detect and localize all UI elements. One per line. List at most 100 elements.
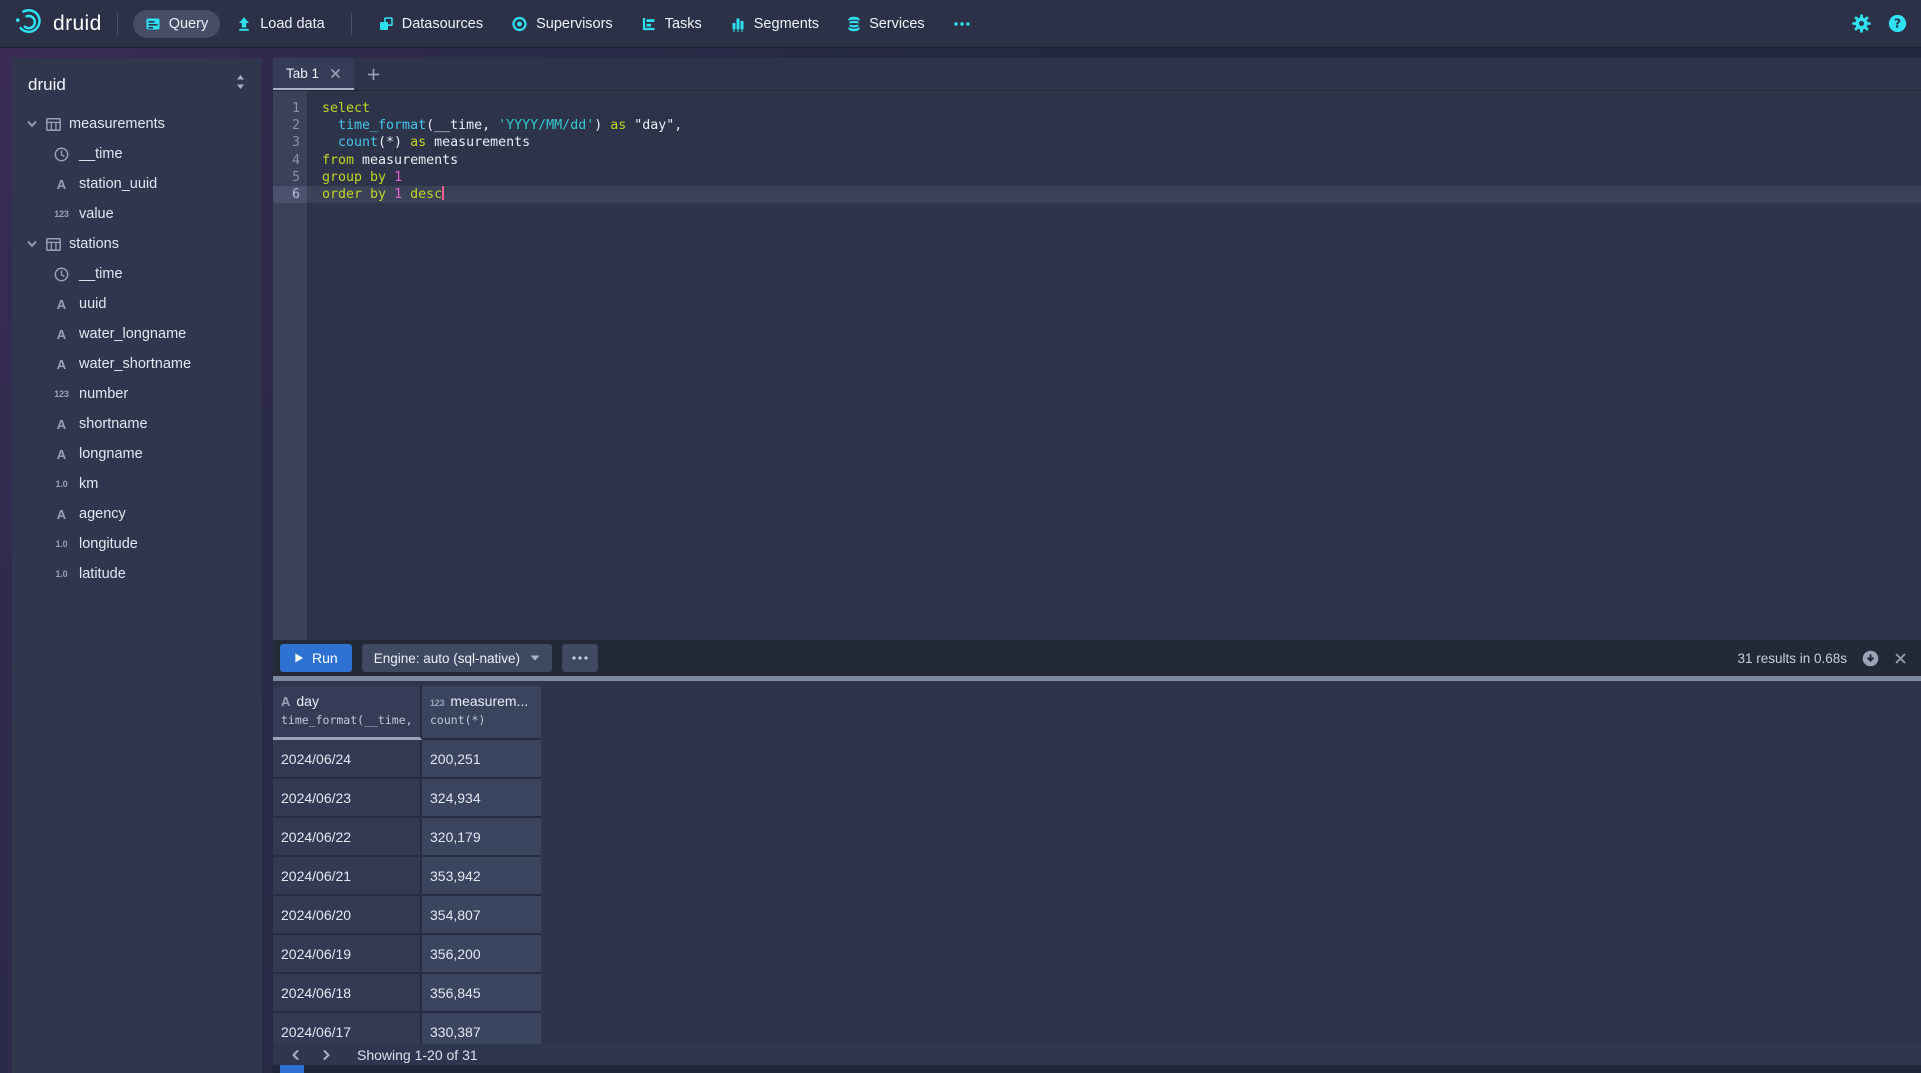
sidebar-header: druid <box>12 58 262 105</box>
nav-menu: Query Load data DatasourcesSupervisors Task… <box>133 10 983 38</box>
more-icon <box>953 16 971 32</box>
table-row-0: 2024/06/24200,251 <box>273 740 543 779</box>
tree-item-uuid-6[interactable]: Auuid <box>12 289 262 319</box>
new-tab-button[interactable] <box>354 58 392 90</box>
tree-item-station_uuid-2[interactable]: Astation_uuid <box>12 169 262 199</box>
code-text: select <box>307 100 1921 117</box>
code-line-5[interactable]: 5group by 1 <box>273 169 1921 186</box>
cell-day[interactable]: 2024/06/24 <box>273 740 422 779</box>
nav-item-load-data[interactable]: Load data <box>224 10 337 38</box>
cell-day[interactable]: 2024/06/22 <box>273 818 422 857</box>
code-line-1[interactable]: 1select <box>273 100 1921 117</box>
top-navbar: druid Query Load data DatasourcesSuperviso… <box>0 0 1921 47</box>
tree-item-latitude-15[interactable]: 1.0latitude <box>12 559 262 589</box>
druid-console: druid Query Load data DatasourcesSuperviso… <box>0 0 1921 1073</box>
run-label: Run <box>312 650 338 666</box>
string-type-icon: A <box>53 447 70 462</box>
brand[interactable]: druid <box>14 7 102 41</box>
tree-item-agency-13[interactable]: Aagency <box>12 499 262 529</box>
line-number: 5 <box>273 169 307 186</box>
tree-item-number-9[interactable]: 123number <box>12 379 262 409</box>
nav-item-label: Tasks <box>665 16 702 32</box>
column-name: measurem... <box>450 693 528 709</box>
cell-day[interactable]: 2024/06/18 <box>273 974 422 1013</box>
tree-item-__time-1[interactable]: __time <box>12 139 262 169</box>
float-type-icon: 1.0 <box>53 479 70 489</box>
column-header-measurements[interactable]: 123 measurem... count(*) <box>422 686 541 740</box>
cell-measurements[interactable]: 356,200 <box>422 935 541 974</box>
cell-day[interactable]: 2024/06/21 <box>273 857 422 896</box>
play-icon <box>294 652 304 664</box>
tree-item-label: latitude <box>79 566 126 582</box>
bottom-strip <box>273 1065 1921 1073</box>
cell-measurements[interactable]: 356,845 <box>422 974 541 1013</box>
chevron-down-icon[interactable] <box>25 118 38 130</box>
results-header: A day time_format(__time, … 123 measurem… <box>273 686 541 740</box>
tab-1[interactable]: Tab 1 <box>273 58 354 90</box>
number-type-icon: 123 <box>53 209 70 219</box>
cell-measurements[interactable]: 330,387 <box>422 1013 541 1044</box>
nav-item-segments[interactable]: Segments <box>718 10 831 38</box>
engine-select[interactable]: Engine: auto (sql-native) <box>362 644 552 672</box>
sort-columns-icon[interactable] <box>235 74 246 95</box>
cell-measurements[interactable]: 354,807 <box>422 896 541 935</box>
tree-item-stations-4[interactable]: stations <box>12 229 262 259</box>
download-icon[interactable] <box>1862 650 1879 667</box>
cell-day[interactable]: 2024/06/19 <box>273 935 422 974</box>
cell-day[interactable]: 2024/06/20 <box>273 896 422 935</box>
upload-icon <box>236 16 252 32</box>
nav-item-supervisors[interactable]: Supervisors <box>499 10 625 38</box>
tree-item-measurements-0[interactable]: measurements <box>12 109 262 139</box>
tree-item-km-12[interactable]: 1.0km <box>12 469 262 499</box>
code-line-2[interactable]: 2 time_format(__time, 'YYYY/MM/dd') as "… <box>273 117 1921 134</box>
help-icon[interactable]: ? <box>1888 14 1907 33</box>
code-lines: 1select2 time_format(__time, 'YYYY/MM/dd… <box>273 100 1921 203</box>
string-type-icon: A <box>53 177 70 192</box>
cell-day[interactable]: 2024/06/17 <box>273 1013 422 1044</box>
tab-close-icon[interactable] <box>330 68 341 79</box>
tree-item-shortname-10[interactable]: Ashortname <box>12 409 262 439</box>
nav-right: ? <box>1852 14 1907 33</box>
query-more-button[interactable] <box>562 644 598 672</box>
run-button[interactable]: Run <box>280 644 352 672</box>
results-panel: A day time_format(__time, … 123 measurem… <box>273 681 1921 1073</box>
line-number: 3 <box>273 134 307 151</box>
nav-item-tasks[interactable]: Tasks <box>629 10 714 38</box>
code-line-3[interactable]: 3 count(*) as measurements <box>273 134 1921 151</box>
nav-item-label: Load data <box>260 16 325 32</box>
nav-item-more-menu[interactable] <box>941 10 983 38</box>
sql-editor[interactable]: 1select2 time_format(__time, 'YYYY/MM/dd… <box>273 91 1921 640</box>
nav-item-label: Services <box>869 16 925 32</box>
code-text: group by 1 <box>307 169 1921 186</box>
cell-day[interactable]: 2024/06/23 <box>273 779 422 818</box>
console-icon <box>145 16 161 32</box>
tree-item-water_shortname-8[interactable]: Awater_shortname <box>12 349 262 379</box>
settings-gear-icon[interactable] <box>1852 14 1871 33</box>
tree-item-label: longitude <box>79 536 138 552</box>
tree-item-water_longname-7[interactable]: Awater_longname <box>12 319 262 349</box>
number-type-icon: 123 <box>430 698 444 708</box>
pagination-label: Showing 1-20 of 31 <box>357 1047 478 1063</box>
tree-item-longname-11[interactable]: Alongname <box>12 439 262 469</box>
float-type-icon: 1.0 <box>53 539 70 549</box>
code-line-6[interactable]: 6order by 1 desc <box>273 186 1921 203</box>
close-results-icon[interactable] <box>1894 652 1907 665</box>
tree-item-label: __time <box>79 266 123 282</box>
bottom-left-accent <box>280 1065 304 1073</box>
nav-item-services[interactable]: Services <box>835 10 937 38</box>
cell-measurements[interactable]: 324,934 <box>422 779 541 818</box>
next-page-icon[interactable] <box>313 1044 339 1065</box>
tree-item-value-3[interactable]: 123value <box>12 199 262 229</box>
nav-item-query[interactable]: Query <box>133 10 221 38</box>
tree-item-__time-5[interactable]: __time <box>12 259 262 289</box>
chevron-down-icon[interactable] <box>25 238 38 250</box>
tree-item-longitude-14[interactable]: 1.0 longitude <box>12 529 262 559</box>
bar-chart-icon <box>730 16 746 32</box>
cell-measurements[interactable]: 200,251 <box>422 740 541 779</box>
prev-page-icon[interactable] <box>283 1044 309 1065</box>
cell-measurements[interactable]: 353,942 <box>422 857 541 896</box>
nav-item-datasources[interactable]: Datasources <box>366 10 495 38</box>
code-line-4[interactable]: 4from measurements <box>273 152 1921 169</box>
column-header-day[interactable]: A day time_format(__time, … <box>273 686 422 740</box>
cell-measurements[interactable]: 320,179 <box>422 818 541 857</box>
